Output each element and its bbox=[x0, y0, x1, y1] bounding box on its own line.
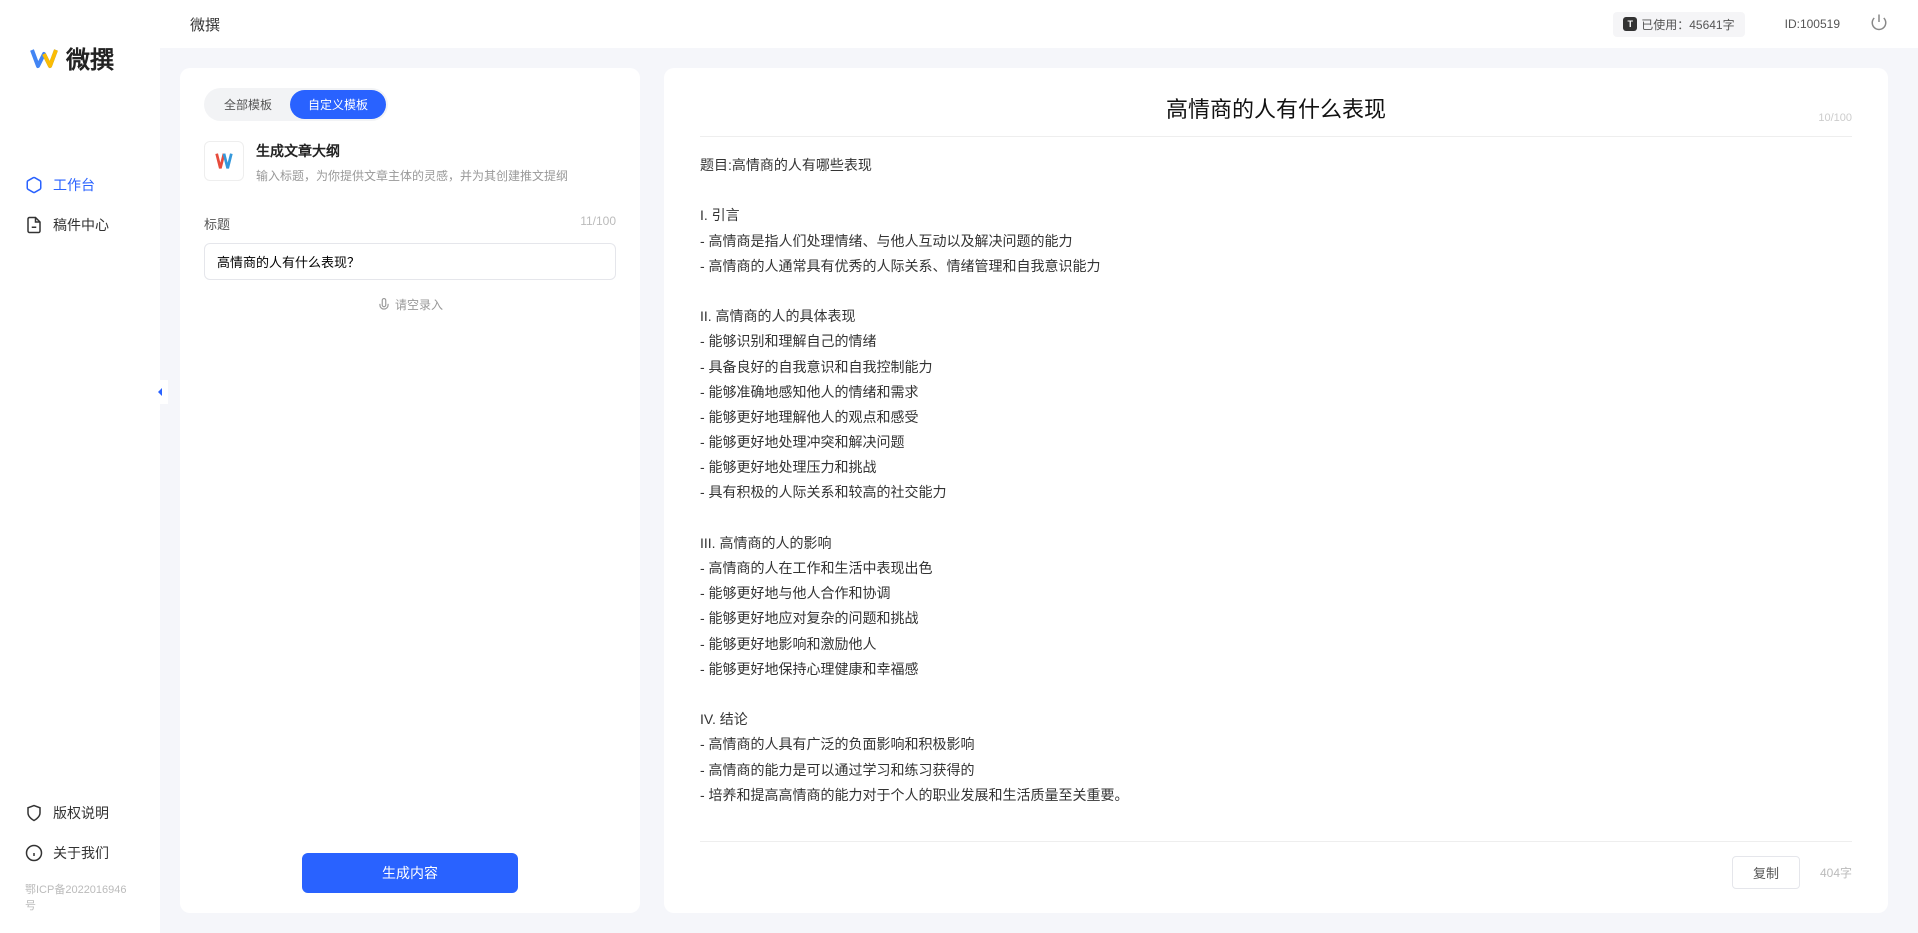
sidebar-item-label: 稿件中心 bbox=[53, 215, 109, 235]
output-char-count: 404字 bbox=[1820, 864, 1852, 881]
user-id: ID:100519 bbox=[1785, 17, 1840, 31]
logo[interactable]: 微撰 bbox=[0, 40, 160, 125]
template-desc: 输入标题，为你提供文章主体的灵感，并为其创建推文提纲 bbox=[256, 167, 616, 184]
input-panel: 全部模板 自定义模板 生成文章大纲 输入标题，为你提供文章主体的灵感，并为其创建… bbox=[180, 68, 640, 913]
output-title: 高情商的人有什么表现 bbox=[700, 92, 1852, 124]
main-nav: 工作台 稿件中心 bbox=[0, 125, 160, 793]
generate-button[interactable]: 生成内容 bbox=[302, 853, 518, 893]
sidebar-item-label: 版权说明 bbox=[53, 803, 109, 823]
sidebar: 微撰 工作台 稿件中心 版权说明 关于我们 鄂ICP备2022016946号 bbox=[0, 0, 160, 933]
icp-notice: 鄂ICP备2022016946号 bbox=[0, 881, 160, 913]
power-icon bbox=[1870, 13, 1888, 31]
sidebar-item-label: 工作台 bbox=[53, 175, 95, 195]
tab-custom-templates[interactable]: 自定义模板 bbox=[290, 90, 386, 119]
output-title-count: 10/100 bbox=[1818, 112, 1852, 124]
sidebar-item-label: 关于我们 bbox=[53, 843, 109, 863]
info-icon bbox=[25, 844, 43, 862]
logo-text: 微撰 bbox=[66, 40, 114, 75]
doc-icon bbox=[25, 216, 43, 234]
sidebar-item-about[interactable]: 关于我们 bbox=[0, 833, 160, 873]
logo-icon bbox=[30, 44, 58, 72]
voice-input-button[interactable]: 请空录入 bbox=[204, 296, 616, 313]
template-card: 生成文章大纲 输入标题，为你提供文章主体的灵感，并为其创建推文提纲 bbox=[204, 141, 616, 184]
shield-icon bbox=[25, 804, 43, 822]
chevron-left-icon bbox=[155, 387, 165, 397]
template-icon bbox=[204, 141, 244, 181]
template-title: 生成文章大纲 bbox=[256, 141, 616, 161]
bottom-nav: 版权说明 关于我们 bbox=[0, 793, 160, 881]
voice-input-label: 请空录入 bbox=[395, 296, 443, 313]
usage-badge[interactable]: T 已使用：45641字 bbox=[1613, 12, 1744, 37]
copy-button[interactable]: 复制 bbox=[1732, 856, 1800, 889]
logout-button[interactable] bbox=[1870, 13, 1888, 36]
output-body[interactable]: 题目:高情商的人有哪些表现 I. 引言 - 高情商是指人们处理情绪、与他人互动以… bbox=[700, 153, 1852, 841]
cube-icon bbox=[25, 176, 43, 194]
sidebar-item-drafts[interactable]: 稿件中心 bbox=[0, 205, 160, 245]
header: 微撰 T 已使用：45641字 ID:100519 bbox=[160, 0, 1918, 48]
title-input[interactable] bbox=[204, 243, 616, 280]
mic-icon bbox=[377, 298, 391, 312]
sidebar-item-copyright[interactable]: 版权说明 bbox=[0, 793, 160, 833]
title-field-label: 标题 bbox=[204, 214, 230, 233]
sidebar-item-workspace[interactable]: 工作台 bbox=[0, 165, 160, 205]
tab-all-templates[interactable]: 全部模板 bbox=[206, 90, 290, 119]
collapse-sidebar-button[interactable] bbox=[152, 380, 168, 404]
header-title: 微撰 bbox=[190, 14, 220, 35]
output-panel: 高情商的人有什么表现 10/100 题目:高情商的人有哪些表现 I. 引言 - … bbox=[664, 68, 1888, 913]
text-icon: T bbox=[1623, 17, 1637, 31]
template-tabs: 全部模板 自定义模板 bbox=[204, 88, 388, 121]
usage-label: 已使用：45641字 bbox=[1641, 16, 1734, 33]
title-field-count: 11/100 bbox=[580, 214, 616, 233]
